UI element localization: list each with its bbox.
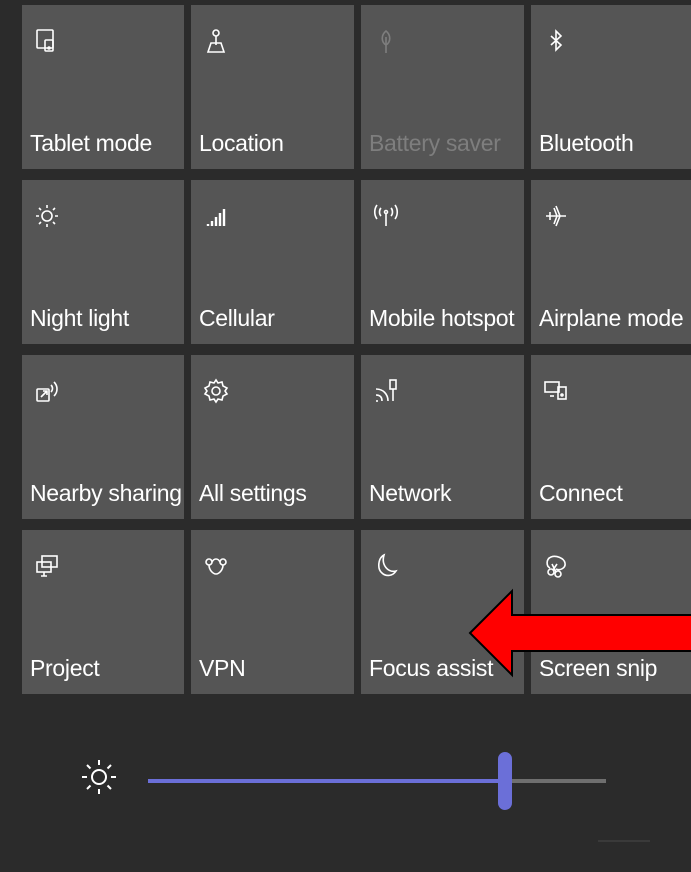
tile-label: Connect (539, 480, 623, 506)
tile-label: Airplane mode (539, 305, 684, 331)
sun-icon (78, 756, 120, 798)
tablet-mode-icon (31, 25, 63, 57)
brightness-slider[interactable] (148, 779, 606, 783)
tile-location[interactable]: Location (191, 5, 354, 169)
brightness-control (0, 740, 691, 820)
tile-mobile-hotspot[interactable]: Mobile hotspot (361, 180, 524, 344)
screen-snip-icon (540, 550, 572, 582)
tile-label: Tablet mode (30, 130, 152, 156)
vpn-icon (200, 550, 232, 582)
gear-icon (200, 375, 232, 407)
tile-label: Mobile hotspot (369, 305, 515, 331)
tile-tablet-mode[interactable]: Tablet mode (22, 5, 184, 169)
tile-all-settings[interactable]: All settings (191, 355, 354, 519)
tile-label: Location (199, 130, 284, 156)
night-light-icon (31, 200, 63, 232)
moon-icon (370, 550, 402, 582)
mobile-hotspot-icon (370, 200, 402, 232)
tile-label: All settings (199, 480, 307, 506)
tile-label: Project (30, 655, 100, 681)
bluetooth-icon (540, 25, 572, 57)
nearby-sharing-icon (31, 375, 63, 407)
network-icon (370, 375, 402, 407)
tile-label: VPN (199, 655, 246, 681)
tile-project[interactable]: Project (22, 530, 184, 694)
brightness-slider-fill (148, 779, 506, 783)
brightness-slider-thumb[interactable] (498, 752, 513, 810)
tile-label: Night light (30, 305, 129, 331)
tile-label: Nearby sharing (30, 480, 182, 506)
project-icon (31, 550, 63, 582)
tile-airplane-mode[interactable]: Airplane mode (531, 180, 691, 344)
tile-cellular[interactable]: Cellular (191, 180, 354, 344)
tile-label: Network (369, 480, 452, 506)
battery-saver-icon (370, 25, 402, 57)
tile-network[interactable]: Network (361, 355, 524, 519)
divider (598, 840, 650, 842)
tile-night-light[interactable]: Night light (22, 180, 184, 344)
location-icon (200, 25, 232, 57)
connect-icon (540, 375, 572, 407)
annotation-arrow (468, 588, 691, 678)
airplane-icon (540, 200, 572, 232)
action-center-panel: Tablet mode Location Battery saver Bluet… (0, 0, 691, 872)
tile-nearby-sharing[interactable]: Nearby sharing (22, 355, 184, 519)
tile-label: Battery saver (369, 130, 501, 156)
tile-bluetooth[interactable]: Bluetooth (531, 5, 691, 169)
tile-label: Bluetooth (539, 130, 634, 156)
tile-connect[interactable]: Connect (531, 355, 691, 519)
tile-vpn[interactable]: VPN (191, 530, 354, 694)
tile-battery-saver[interactable]: Battery saver (361, 5, 524, 169)
tile-label: Cellular (199, 305, 275, 331)
cellular-icon (200, 200, 232, 232)
